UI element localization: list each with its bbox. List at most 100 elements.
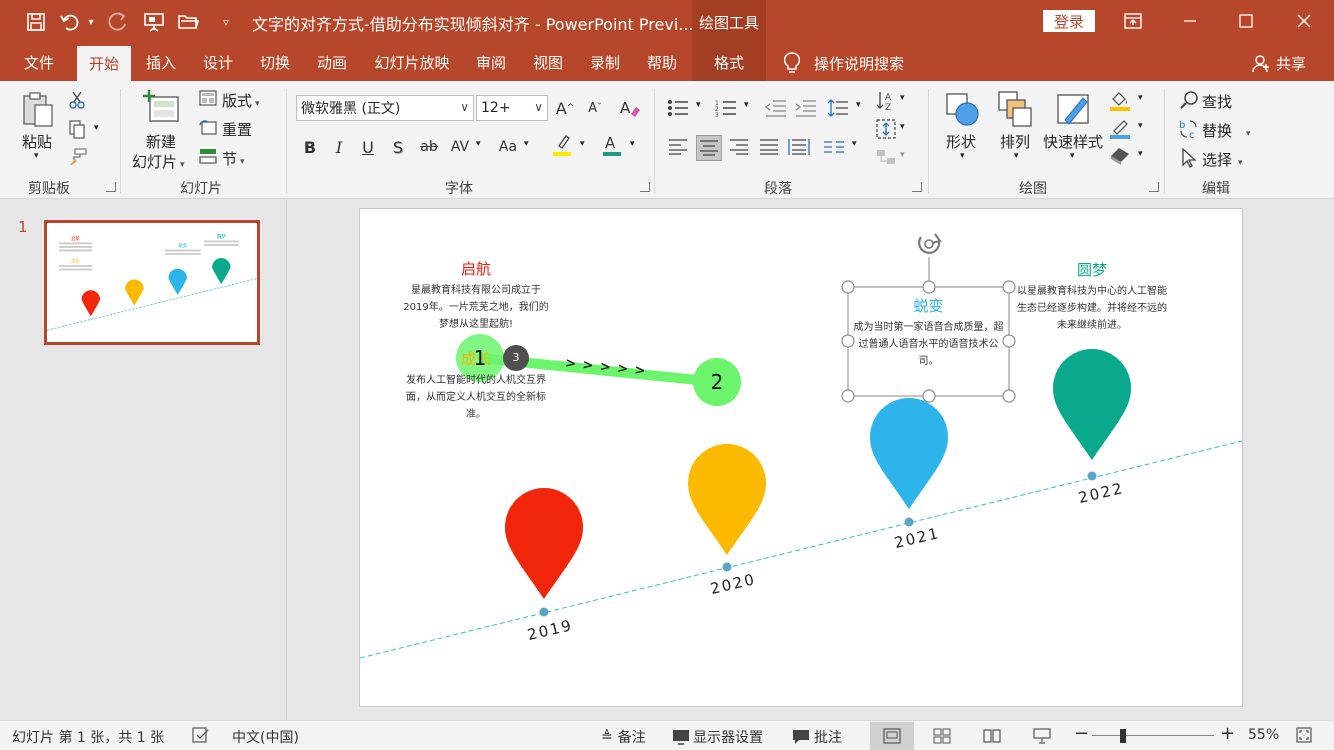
- milestone-title-1[interactable]: 启航: [400, 258, 552, 279]
- redo-icon[interactable]: [104, 8, 132, 36]
- ribbon-display-options-icon[interactable]: [1113, 6, 1153, 36]
- tab-file[interactable]: 文件: [8, 44, 70, 81]
- font-name-dropdown-icon[interactable]: ∨: [460, 100, 469, 114]
- decrease-font-size-icon[interactable]: Aˇ: [583, 96, 607, 120]
- columns-dropdown-icon[interactable]: ▾: [852, 139, 857, 149]
- tab-insert[interactable]: 插入: [136, 44, 186, 81]
- shape-effects-icon[interactable]: [1108, 145, 1132, 167]
- quick-styles-button[interactable]: 快速样式: [1043, 131, 1103, 152]
- tab-transitions[interactable]: 切换: [250, 44, 300, 81]
- columns-icon[interactable]: [822, 135, 846, 159]
- save-icon[interactable]: [22, 8, 50, 36]
- arrange-icon[interactable]: [996, 89, 1034, 129]
- language-status[interactable]: 中文(中国): [232, 727, 299, 747]
- character-spacing-icon[interactable]: AV: [448, 135, 472, 159]
- justify-icon[interactable]: [757, 135, 781, 159]
- copy-dropdown-icon[interactable]: ▾: [94, 123, 99, 133]
- smartart-dropdown-icon[interactable]: ▾: [900, 150, 905, 160]
- maximize-icon[interactable]: [1226, 6, 1266, 36]
- milestone-body-1[interactable]: 星晨教育科技有限公司成立于2019年。一片荒芜之地，我们的梦想从这里起航!: [400, 282, 552, 333]
- clear-formatting-icon[interactable]: A: [618, 96, 642, 120]
- tab-slideshow[interactable]: 幻灯片放映: [366, 44, 458, 81]
- underline-icon[interactable]: U: [356, 135, 380, 159]
- arrange-dropdown-icon[interactable]: ▾: [1014, 151, 1019, 161]
- shape-outline-dropdown-icon[interactable]: ▾: [1138, 121, 1143, 131]
- share-button[interactable]: 共享: [1252, 53, 1306, 74]
- font-size-dropdown-icon[interactable]: ∨: [534, 100, 543, 114]
- section-icon[interactable]: [198, 147, 218, 165]
- character-spacing-dropdown-icon[interactable]: ▾: [476, 139, 481, 149]
- rotate-handle-icon[interactable]: [918, 233, 942, 254]
- tab-format[interactable]: 格式: [692, 44, 766, 81]
- reading-view-icon[interactable]: [970, 722, 1014, 750]
- zoom-in-icon[interactable]: +: [1220, 723, 1235, 744]
- bold-icon[interactable]: B: [298, 135, 322, 159]
- clipboard-launcher-icon[interactable]: [106, 182, 116, 192]
- milestone-body-2[interactable]: 发布人工智能时代的人机交互界面，从而定义人机交互的全新标准。: [400, 372, 552, 423]
- comments-button[interactable]: 批注: [792, 727, 842, 747]
- login-button[interactable]: 登录: [1043, 10, 1095, 32]
- line-spacing-dropdown-icon[interactable]: ▾: [856, 100, 861, 110]
- undo-dropdown-icon[interactable]: ▾: [84, 8, 98, 36]
- increase-indent-icon[interactable]: [794, 96, 818, 120]
- zoom-slider-thumb[interactable]: [1120, 729, 1126, 743]
- font-name-combo[interactable]: 微软雅黑 (正文) ∨: [296, 95, 474, 121]
- slide-sorter-view-icon[interactable]: [920, 722, 964, 750]
- zoom-level[interactable]: 55%: [1248, 727, 1279, 743]
- highlight-dropdown-icon[interactable]: ▾: [580, 139, 585, 149]
- slide-canvas[interactable]: 启航 星晨教育科技有限公司成立于2019年。一片荒芜之地，我们的梦想从这里起航!…: [360, 209, 1242, 706]
- notes-button[interactable]: ≜ 备注: [601, 727, 646, 747]
- layout-icon[interactable]: [198, 89, 218, 107]
- format-painter-icon[interactable]: [66, 147, 88, 167]
- replace-icon[interactable]: bc: [1178, 118, 1200, 140]
- reset-button[interactable]: 重置: [222, 119, 252, 140]
- minimize-icon[interactable]: [1170, 6, 1210, 36]
- paste-dropdown-icon[interactable]: ▾: [34, 151, 39, 161]
- milestone-body-3[interactable]: 成为当时第一家语音合成质量，超过普通人语音水平的语音技术公司。: [852, 319, 1005, 370]
- milestone-body-4[interactable]: 以星晨教育科技为中心的人工智能生态已经逐步构建。并将经不远的未来继续前进。: [1017, 283, 1167, 334]
- quick-styles-icon[interactable]: [1054, 89, 1094, 129]
- shapes-dropdown-icon[interactable]: ▾: [960, 151, 965, 161]
- tab-record[interactable]: 录制: [580, 44, 630, 81]
- align-right-icon[interactable]: [727, 135, 751, 159]
- close-icon[interactable]: [1284, 6, 1324, 36]
- font-launcher-icon[interactable]: [640, 182, 650, 192]
- fit-slide-icon[interactable]: [1296, 727, 1312, 743]
- map-pin-2020[interactable]: [688, 444, 766, 555]
- numbering-dropdown-icon[interactable]: ▾: [744, 100, 749, 110]
- text-direction-dropdown-icon[interactable]: ▾: [900, 93, 905, 103]
- change-case-icon[interactable]: Aa: [496, 135, 520, 159]
- change-case-dropdown-icon[interactable]: ▾: [524, 139, 529, 149]
- tab-view[interactable]: 视图: [523, 44, 573, 81]
- align-center-icon[interactable]: [696, 135, 722, 161]
- cut-icon[interactable]: [66, 90, 88, 110]
- italic-icon[interactable]: I: [327, 135, 351, 159]
- shape-fill-dropdown-icon[interactable]: ▾: [1138, 93, 1143, 103]
- section-button[interactable]: 节 ▾: [222, 148, 245, 169]
- paste-icon[interactable]: [20, 91, 56, 127]
- presentation-icon[interactable]: [140, 8, 168, 36]
- new-slide-button[interactable]: 新建: [146, 131, 176, 152]
- drawing-launcher-icon[interactable]: [1149, 182, 1159, 192]
- bullets-dropdown-icon[interactable]: ▾: [696, 100, 701, 110]
- quick-styles-dropdown-icon[interactable]: ▾: [1070, 151, 1075, 161]
- select-button[interactable]: 选择 ▾: [1202, 149, 1243, 170]
- open-folder-icon[interactable]: [174, 8, 202, 36]
- font-color-dropdown-icon[interactable]: ▾: [630, 139, 635, 149]
- zoom-out-icon[interactable]: −: [1074, 723, 1089, 744]
- milestone-title-4[interactable]: 圆梦: [1017, 259, 1167, 280]
- align-text-dropdown-icon[interactable]: ▾: [900, 122, 905, 132]
- shape-effects-dropdown-icon[interactable]: ▾: [1138, 149, 1143, 159]
- slideshow-view-icon[interactable]: [1020, 722, 1064, 750]
- numbering-icon[interactable]: 123: [714, 96, 738, 120]
- decrease-indent-icon[interactable]: [764, 96, 788, 120]
- slide-thumbnail[interactable]: 启航 成长 蜕变 圆梦: [44, 220, 260, 345]
- strikethrough-icon[interactable]: ab: [417, 135, 441, 159]
- paste-button[interactable]: 粘贴: [22, 131, 52, 152]
- customize-toolbar-icon[interactable]: ▿: [212, 8, 240, 36]
- select-icon[interactable]: [1178, 147, 1200, 169]
- distributed-icon[interactable]: [787, 135, 811, 159]
- new-slide-icon[interactable]: [142, 89, 180, 127]
- font-color-icon[interactable]: A: [600, 133, 624, 157]
- accessibility-icon[interactable]: [192, 727, 210, 743]
